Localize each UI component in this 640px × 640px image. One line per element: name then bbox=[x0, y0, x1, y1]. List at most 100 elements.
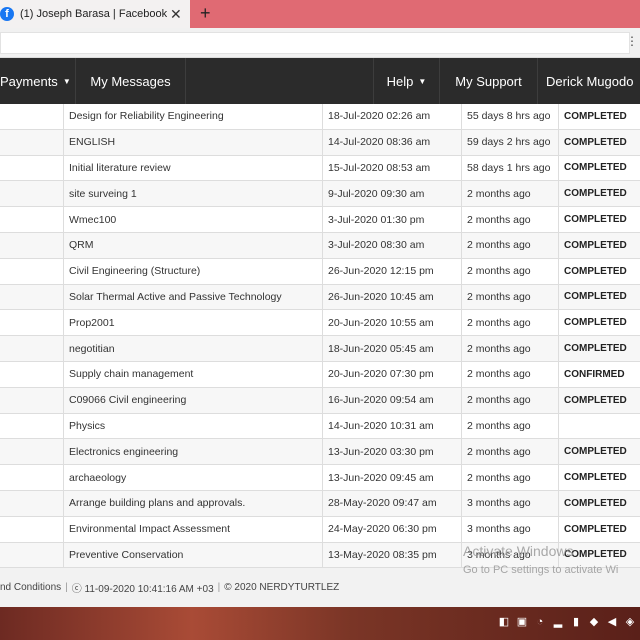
orders-table: Design for Reliability Engineering 18-Jul… bbox=[0, 104, 640, 569]
order-title: Initial literature review bbox=[63, 155, 322, 181]
order-status: COMPLETED bbox=[558, 104, 640, 129]
order-age: 3 months ago bbox=[461, 516, 558, 542]
table-row[interactable]: Prop2001 20-Jun-2020 10:55 am 2 months ago… bbox=[0, 310, 640, 337]
site-navbar: Payments ▼ My Messages Help ▼ My Support… bbox=[0, 58, 640, 104]
nav-payments-label: Payments bbox=[0, 73, 58, 89]
order-status: COMPLETED bbox=[558, 336, 640, 361]
table-row[interactable]: ENGLISH 14-Jul-2020 08:36 am 59 days 2 hrs… bbox=[0, 129, 640, 156]
order-deadline: 16-Jun-2020 09:54 am bbox=[322, 387, 461, 413]
order-deadline: 26-Jun-2020 10:45 am bbox=[322, 284, 461, 310]
order-age: 3 months ago bbox=[461, 490, 558, 516]
table-row[interactable]: archaeology 13-Jun-2020 09:45 am 2 months … bbox=[0, 465, 640, 491]
table-row[interactable]: Physics 14-Jun-2020 10:31 am 2 months ago bbox=[0, 413, 640, 440]
order-age: 59 days 2 hrs ago bbox=[461, 129, 558, 155]
order-title: Solar Thermal Active and Passive Technol… bbox=[63, 284, 322, 310]
order-status: COMPLETED bbox=[558, 310, 640, 336]
table-row[interactable]: Solar Thermal Active and Passive Technol… bbox=[0, 284, 640, 311]
order-deadline: 26-Jun-2020 12:15 pm bbox=[322, 258, 461, 284]
order-age: 58 days 1 hrs ago bbox=[461, 155, 558, 181]
order-deadline: 3-Jul-2020 08:30 am bbox=[322, 232, 461, 258]
order-title: QRM bbox=[63, 232, 322, 258]
browser-tab[interactable]: f (1) Joseph Barasa | Facebook ✕ bbox=[0, 0, 190, 28]
order-age: 2 months ago bbox=[461, 439, 558, 465]
order-age: 2 months ago bbox=[461, 336, 558, 361]
order-title: C09066 Civil engineering bbox=[63, 387, 322, 413]
order-deadline: 13-Jun-2020 03:30 pm bbox=[322, 439, 461, 465]
signal-icon[interactable]: ▂ bbox=[552, 616, 564, 628]
table-row[interactable]: site surveing 1 9-Jul-2020 09:30 am 2 mont… bbox=[0, 181, 640, 208]
nav-help-label: Help bbox=[386, 73, 414, 89]
footer-separator: | bbox=[65, 582, 68, 593]
volume-icon[interactable]: ◀ bbox=[606, 616, 618, 628]
order-title: Physics bbox=[63, 413, 322, 439]
order-deadline: 13-May-2020 08:35 pm bbox=[322, 542, 461, 568]
order-deadline: 14-Jul-2020 08:36 am bbox=[322, 129, 461, 155]
order-age: 2 months ago bbox=[461, 258, 558, 284]
table-row[interactable]: Environmental Impact Assessment 24-May-20… bbox=[0, 516, 640, 543]
order-status: COMPLETED bbox=[558, 387, 640, 413]
order-status: COMPLETED bbox=[558, 258, 640, 284]
table-row[interactable]: C09066 Civil engineering 16-Jun-2020 09:5… bbox=[0, 387, 640, 414]
activate-windows-watermark: Activate Windows bbox=[463, 543, 574, 559]
notification-icon[interactable]: ◧ bbox=[498, 616, 510, 628]
shield-icon[interactable]: ◆ bbox=[588, 616, 600, 628]
order-status: CONFIRMED bbox=[558, 361, 640, 387]
nav-user-menu[interactable]: Derick Mugodo bbox=[538, 58, 640, 104]
order-deadline: 18-Jul-2020 02:26 am bbox=[322, 104, 461, 129]
table-row[interactable]: Supply chain management 20-Jun-2020 07:30… bbox=[0, 361, 640, 388]
order-age: 2 months ago bbox=[461, 310, 558, 336]
facebook-icon: f bbox=[0, 7, 14, 21]
battery-icon[interactable]: ▮ bbox=[570, 616, 582, 628]
nav-my-support[interactable]: My Support bbox=[440, 58, 538, 104]
order-age: 2 months ago bbox=[461, 284, 558, 310]
order-title: Design for Reliability Engineering bbox=[63, 104, 322, 129]
order-deadline: 15-Jul-2020 08:53 am bbox=[322, 155, 461, 181]
table-row[interactable]: Initial literature review 15-Jul-2020 08:… bbox=[0, 155, 640, 182]
tab-title: (1) Joseph Barasa | Facebook bbox=[20, 8, 168, 20]
nav-payments[interactable]: Payments ▼ bbox=[0, 58, 76, 104]
system-tray: ◧ ▣ ◔ ▂ ▮ ◆ ◀ ◈ bbox=[498, 616, 636, 628]
table-row[interactable]: Electronics engineering 13-Jun-2020 03:30… bbox=[0, 439, 640, 466]
browser-menu-icon[interactable]: ⋮ bbox=[626, 34, 638, 48]
order-deadline: 13-Jun-2020 09:45 am bbox=[322, 465, 461, 490]
order-title: Civil Engineering (Structure) bbox=[63, 258, 322, 284]
order-age: 2 months ago bbox=[461, 181, 558, 207]
table-row[interactable]: Wmec100 3-Jul-2020 01:30 pm 2 months ago CO… bbox=[0, 207, 640, 233]
nav-help[interactable]: Help ▼ bbox=[373, 58, 440, 104]
table-row[interactable]: Arrange building plans and approvals. 28-… bbox=[0, 490, 640, 517]
caret-down-icon: ▼ bbox=[418, 76, 427, 86]
order-title: Environmental Impact Assessment bbox=[63, 516, 322, 542]
address-bar: ⋮ bbox=[0, 28, 640, 58]
close-tab-icon[interactable]: ✕ bbox=[170, 6, 182, 23]
order-title: ENGLISH bbox=[63, 129, 322, 155]
language-icon[interactable]: ◈ bbox=[624, 616, 636, 628]
order-status: COMPLETED bbox=[558, 284, 640, 310]
order-deadline: 9-Jul-2020 09:30 am bbox=[322, 181, 461, 207]
display-icon[interactable]: ▣ bbox=[516, 616, 528, 628]
table-row[interactable]: Civil Engineering (Structure) 26-Jun-2020… bbox=[0, 258, 640, 285]
browser-tab-bar: f (1) Joseph Barasa | Facebook ✕ + bbox=[0, 0, 640, 28]
footer-timestamp: ⓒ 11-09-2020 10:41:16 AM +03 bbox=[71, 584, 214, 595]
order-age: 2 months ago bbox=[461, 465, 558, 490]
nav-my-messages-label: My Messages bbox=[90, 73, 171, 89]
order-title: site surveing 1 bbox=[63, 181, 322, 207]
order-status: COMPLETED bbox=[558, 232, 640, 258]
wifi-icon[interactable]: ◔ bbox=[534, 616, 546, 628]
order-status: COMPLETED bbox=[558, 516, 640, 542]
order-title: Wmec100 bbox=[63, 207, 322, 232]
table-row[interactable]: QRM 3-Jul-2020 08:30 am 2 months ago COMPLE… bbox=[0, 232, 640, 259]
order-status: COMPLETED bbox=[558, 129, 640, 155]
activate-windows-subtitle: Go to PC settings to activate Wi bbox=[463, 564, 619, 576]
order-title: Electronics engineering bbox=[63, 439, 322, 465]
caret-down-icon: ▼ bbox=[62, 76, 71, 86]
table-row[interactable]: Design for Reliability Engineering 18-Jul… bbox=[0, 104, 640, 130]
table-row[interactable]: negotitian 18-Jun-2020 05:45 am 2 months a… bbox=[0, 336, 640, 362]
address-input[interactable] bbox=[0, 32, 630, 54]
order-deadline: 14-Jun-2020 10:31 am bbox=[322, 413, 461, 439]
terms-link[interactable]: nd Conditions bbox=[0, 582, 61, 593]
nav-user-name: Derick Mugodo bbox=[546, 73, 634, 89]
nav-my-messages[interactable]: My Messages bbox=[76, 58, 186, 104]
order-status bbox=[558, 413, 640, 439]
new-tab-icon[interactable]: + bbox=[200, 3, 211, 24]
order-age: 55 days 8 hrs ago bbox=[461, 104, 558, 129]
